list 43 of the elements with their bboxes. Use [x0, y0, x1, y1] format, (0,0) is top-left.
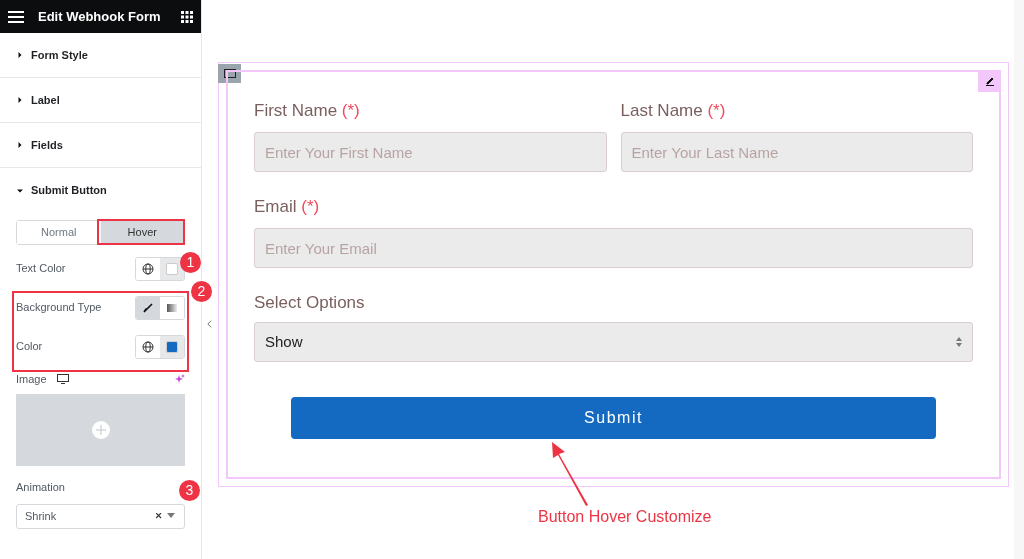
menu-icon[interactable]: [8, 10, 24, 23]
brush-icon: [143, 302, 153, 313]
color-picker-button[interactable]: [160, 257, 184, 280]
pencil-icon: [984, 76, 995, 86]
pointer-arrow: [552, 442, 588, 506]
chevron-left-icon: [206, 320, 212, 328]
control-label: Animation: [16, 480, 66, 495]
field-label: First Name (*): [254, 100, 361, 122]
sort-arrows-icon: [956, 336, 962, 348]
animation-select[interactable]: Shrink: [16, 503, 185, 529]
globe-icon: [142, 340, 154, 353]
submit-button[interactable]: Submit: [291, 397, 936, 439]
options-select[interactable]: Show: [254, 322, 973, 362]
control-label: Image: [16, 371, 47, 387]
control-label: Text Color: [16, 261, 66, 277]
control-label: Background Type: [16, 300, 102, 316]
field-label: Select Options: [254, 292, 366, 314]
caret-icon: [17, 52, 23, 58]
text-input-field[interactable]: Enter Your First Name: [254, 132, 607, 172]
grid-icon[interactable]: [181, 10, 193, 23]
panel-title: Edit Webhook Form: [38, 7, 162, 26]
text-input-field[interactable]: Enter Your Email: [254, 228, 973, 268]
section-header[interactable]: Submit Button: [0, 168, 201, 213]
caret-icon: [17, 142, 23, 148]
control-label: Color: [16, 339, 43, 355]
section-header[interactable]: Label: [0, 78, 201, 123]
globe-icon: [142, 262, 154, 275]
gradient-icon: [167, 302, 177, 313]
field-label: Last Name (*): [620, 100, 727, 122]
color-picker-button[interactable]: [160, 335, 184, 358]
caret-icon: [17, 97, 23, 103]
section-header[interactable]: Form Style: [0, 33, 201, 78]
caret-icon: [17, 187, 23, 194]
field-label: Email (*): [254, 196, 321, 218]
section-header[interactable]: Fields: [0, 123, 201, 168]
text-input-field[interactable]: Enter Your Last Name: [620, 132, 973, 172]
edit-widget-button[interactable]: [978, 70, 1001, 92]
sparkle-icon[interactable]: [175, 374, 185, 384]
classic-brush-button[interactable]: [136, 296, 160, 319]
annotation-caption: Button Hover Customize: [538, 507, 712, 527]
clear-and-caret-icon[interactable]: [156, 513, 176, 519]
container-icon: [223, 69, 236, 78]
desktop-icon[interactable]: [56, 374, 69, 384]
